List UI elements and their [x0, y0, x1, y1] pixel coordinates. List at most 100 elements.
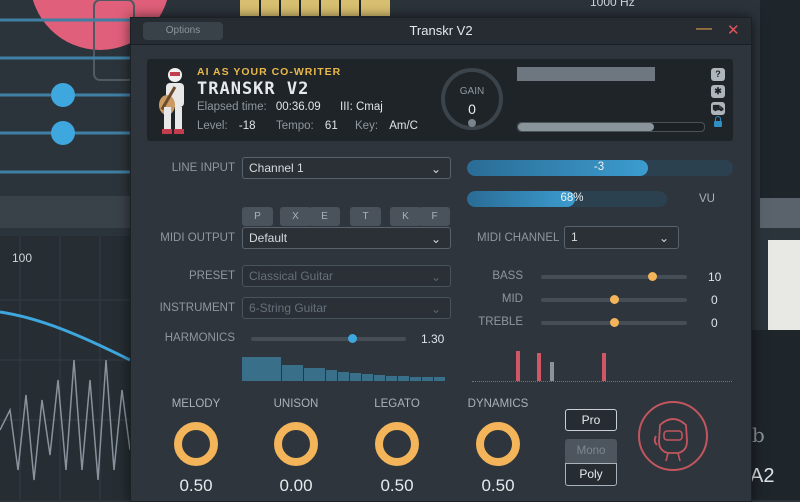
robot-guitarist-logo — [159, 68, 184, 134]
header-display-bar — [517, 67, 655, 81]
instrument-label: INSTRUMENT — [159, 302, 235, 314]
elapsed-label: Elapsed time: — [197, 101, 267, 113]
note-spike — [516, 351, 521, 381]
bg-flat-symbol: b — [752, 423, 765, 447]
robot-avatar-button[interactable] — [638, 401, 708, 471]
gain-label: GAIN — [459, 86, 485, 97]
midi-channel-value: 1 — [571, 230, 578, 244]
mid-slider[interactable] — [541, 295, 687, 304]
bass-slider-handle[interactable] — [647, 272, 657, 281]
filter-chip-p[interactable]: P — [242, 207, 273, 226]
chevron-down-icon: ⌄ — [430, 162, 441, 176]
filter-chip-e[interactable]: E — [309, 207, 340, 226]
harmonic-bar — [326, 370, 337, 381]
poly-button[interactable]: Poly — [565, 463, 617, 486]
note-spike — [550, 362, 554, 381]
header-panel: AI AS YOUR CO-WRITER TRANSKR V2 Elapsed … — [147, 59, 733, 141]
harmonic-bar — [434, 377, 445, 381]
bg-axis-value: 100 — [12, 251, 32, 265]
harmonic-bar — [362, 374, 373, 381]
bass-label: BASS — [492, 270, 523, 282]
level-readout: Level: -18 — [197, 120, 256, 132]
melody-value: 0.50 — [179, 476, 213, 495]
bg-corner-text: A2 — [750, 465, 774, 487]
midi-channel-select[interactable]: 1 ⌄ — [564, 226, 679, 249]
treble-slider-handle[interactable] — [610, 318, 619, 327]
key-label: Key: — [355, 120, 379, 132]
preset-select[interactable]: Classical Guitar ⌄ — [242, 265, 451, 287]
filter-chip-t[interactable]: T — [350, 207, 381, 226]
elapsed-time: Elapsed time: 00:36.09 — [197, 101, 321, 113]
level-meter: -3 — [467, 160, 733, 176]
robot-head-icon — [653, 418, 688, 462]
level-meter-value: -3 — [593, 161, 605, 173]
level-label: Level: — [197, 120, 228, 132]
legato-value: 0.50 — [380, 476, 414, 495]
chord-value: Cmaj — [355, 101, 383, 113]
midi-output-value: Default — [249, 231, 288, 245]
chevron-down-icon: ⌄ — [430, 232, 441, 246]
window-title: Transkr V2 — [409, 23, 473, 38]
melody-knob[interactable] — [174, 422, 218, 466]
gain-value: 0 — [468, 101, 476, 117]
line-input-value: Channel 1 — [249, 161, 304, 175]
mid-value: 0 — [711, 293, 718, 307]
harmonics-value: 1.30 — [421, 332, 445, 346]
dynamics-knob[interactable] — [476, 422, 520, 466]
harmonic-bar — [374, 375, 385, 381]
key-readout: Key: Am/C — [355, 120, 418, 132]
help-icon[interactable]: ? — [711, 68, 725, 81]
vu-label: VU — [699, 193, 715, 205]
note-spike — [602, 352, 606, 381]
mono-button[interactable]: Mono — [565, 439, 617, 463]
key-value: Am/C — [389, 120, 418, 132]
pro-button[interactable]: Pro — [565, 409, 617, 431]
close-icon[interactable]: ✕ — [727, 21, 740, 39]
gain-indicator — [468, 119, 476, 127]
harmonic-bar — [386, 375, 397, 381]
filter-chip-k[interactable]: K — [390, 207, 421, 226]
filter-chip-f[interactable]: F — [419, 207, 450, 226]
preset-label: PRESET — [188, 270, 235, 282]
header-progress-bar — [517, 122, 705, 132]
harmonics-slider[interactable] — [251, 334, 406, 343]
dynamics-label: DYNAMICS — [467, 398, 529, 410]
minimize-icon[interactable]: — — [696, 20, 712, 38]
treble-label: TREBLE — [478, 316, 523, 328]
tempo-value: 61 — [324, 120, 338, 132]
harmonic-bar — [398, 376, 409, 381]
tempo-readout: Tempo: 61 — [276, 120, 338, 132]
chord-label: III: — [340, 101, 353, 113]
instrument-select[interactable]: 6-String Guitar ⌄ — [242, 297, 451, 319]
legato-knob[interactable] — [375, 422, 419, 466]
title-bar[interactable]: Options Transkr V2 — ✕ — [131, 18, 751, 45]
harmonics-slider-handle[interactable] — [347, 334, 357, 343]
midi-output-select[interactable]: Default ⌄ — [242, 227, 451, 249]
harmonics-spectrum — [242, 357, 452, 381]
mid-slider-handle[interactable] — [610, 295, 619, 304]
midi-channel-label: MIDI CHANNEL — [477, 232, 560, 244]
gain-knob[interactable]: GAIN 0 — [441, 68, 503, 130]
header-progress-fill — [518, 123, 654, 131]
cart-icon[interactable]: ⛟ — [711, 102, 725, 115]
unison-knob[interactable] — [274, 422, 318, 466]
level-value: -18 — [238, 120, 256, 132]
harmonic-bar — [410, 376, 421, 381]
settings-icon[interactable]: ✱ — [711, 85, 725, 98]
harmonic-bar — [242, 357, 281, 381]
bg-slider-knob — [51, 83, 75, 107]
tempo-label: Tempo: — [276, 120, 314, 132]
line-input-label: LINE INPUT — [171, 162, 235, 174]
vu-meter: 68% — [467, 191, 667, 207]
note-spike — [537, 352, 541, 381]
elapsed-value: 00:36.09 — [275, 101, 321, 113]
bass-slider[interactable] — [541, 272, 687, 281]
unison-label: UNISON — [273, 398, 319, 410]
line-input-select[interactable]: Channel 1 ⌄ — [242, 157, 451, 179]
harmonic-bar — [282, 364, 303, 381]
filter-chip-x[interactable]: X — [280, 207, 311, 226]
lock-icon[interactable] — [714, 116, 722, 127]
treble-slider[interactable] — [541, 318, 687, 327]
harmonic-bar — [422, 377, 433, 381]
tagline: AI AS YOUR CO-WRITER — [197, 66, 342, 78]
